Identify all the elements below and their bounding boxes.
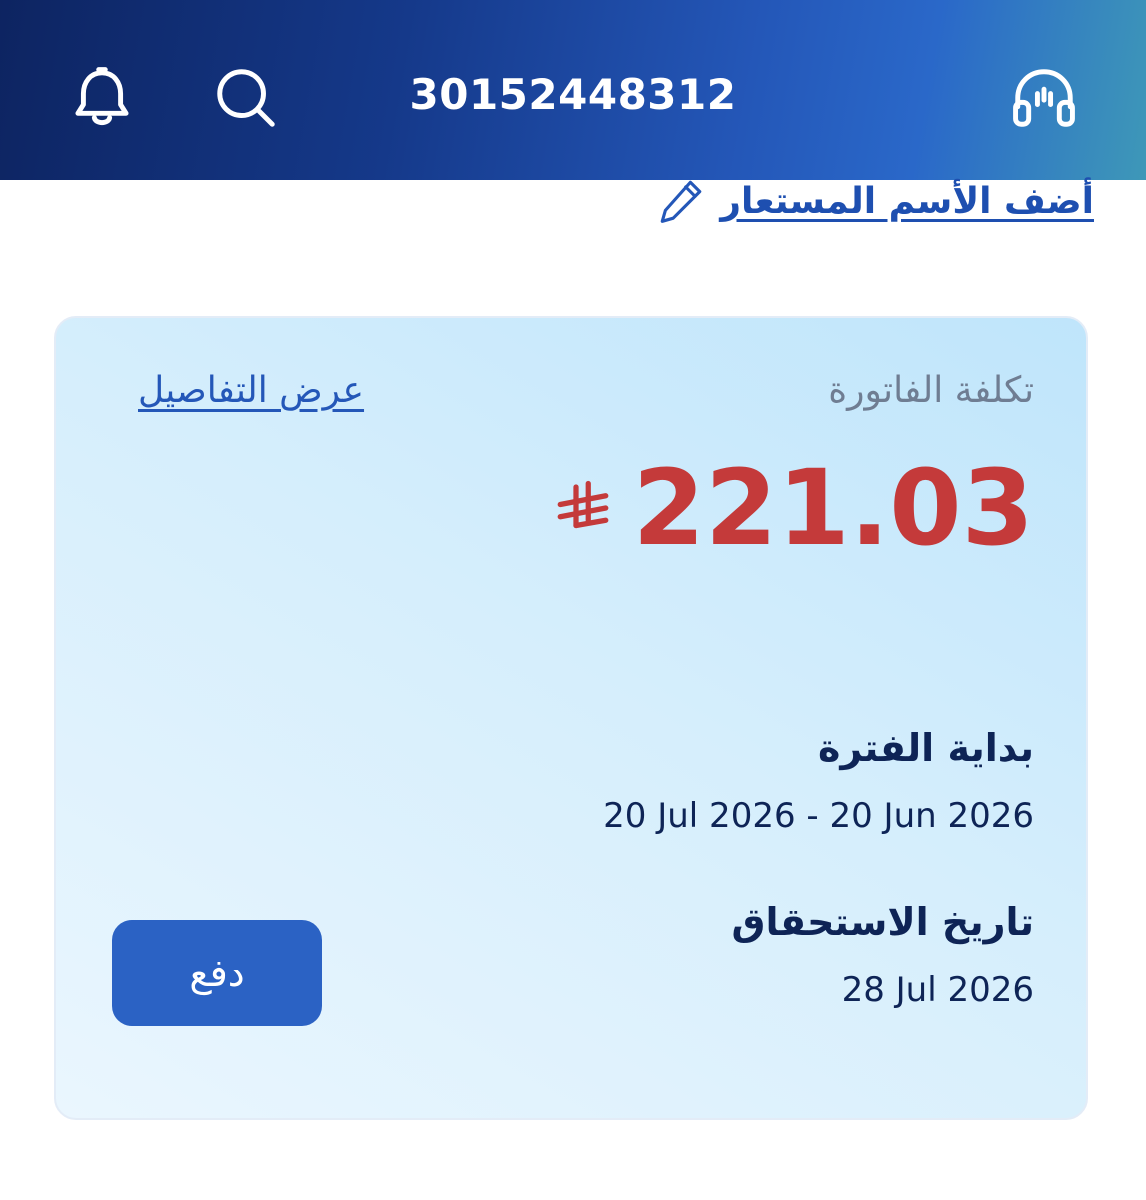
bill-cost-label: تكلفة الفاتورة (828, 370, 1034, 411)
add-nickname-link[interactable]: أضف الأسم المستعار (656, 176, 1094, 226)
period-start-label: بداية الفترة (817, 726, 1034, 770)
view-details-link[interactable]: عرض التفاصيل (138, 370, 364, 411)
due-date-value: 28 Jul 2026 (841, 970, 1034, 1010)
riyal-symbol-icon (555, 480, 611, 536)
bill-amount: 221.03 (555, 456, 1034, 560)
period-range-value: 20 Jul 2026 - 20 Jun 2026 (603, 796, 1034, 836)
headset-icon[interactable] (1006, 60, 1082, 136)
search-icon[interactable] (208, 60, 284, 136)
top-app-bar: 30152448312 (0, 0, 1146, 180)
account-number: 30152448312 (409, 70, 737, 119)
pencil-icon (656, 176, 706, 226)
bill-card: تكلفة الفاتورة عرض التفاصيل 221.03 بداية… (54, 316, 1088, 1120)
add-nickname-label: أضف الأسم المستعار (720, 180, 1094, 222)
bell-icon[interactable] (64, 60, 140, 136)
amount-value: 221.03 (632, 447, 1034, 569)
pay-button[interactable]: دفع (112, 920, 322, 1026)
due-date-label: تاريخ الاستحقاق (731, 900, 1034, 944)
